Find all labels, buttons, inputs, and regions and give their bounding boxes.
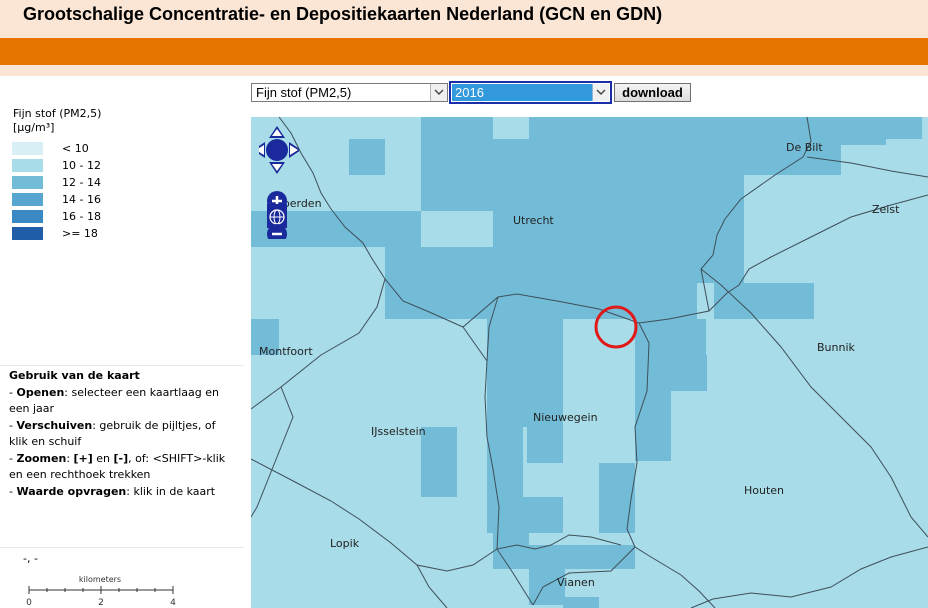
page-title: Grootschalige Concentratie- en Depositie… [23, 4, 663, 24]
legend-label: 14 - 16 [62, 193, 101, 206]
legend-label: 10 - 12 [62, 159, 101, 172]
map-canvas[interactable]: De Bilt oerden Utrecht Zeist Montfoort B… [251, 117, 928, 608]
map-cell [635, 391, 671, 461]
year-select-value: 2016 [455, 85, 484, 100]
legend-swatch [12, 159, 43, 172]
legend-label: >= 18 [62, 227, 98, 240]
header-bar: Grootschalige Concentratie- en Depositie… [0, 0, 928, 38]
scale-bar: kilometers 0 2 4 [26, 575, 176, 608]
place-label-nieuwegein: Nieuwegein [533, 411, 598, 424]
scale-tick-label: 2 [98, 598, 104, 608]
chevron-down-icon[interactable] [592, 84, 609, 101]
map-cell [527, 427, 563, 463]
map-cell [714, 233, 744, 247]
place-label-lopik: Lopik [330, 537, 360, 550]
map-cell [886, 117, 922, 139]
map-cell [563, 597, 599, 608]
usage-instructions: Gebruik van de kaart - Openen: selecteer… [9, 368, 237, 500]
banner-strip [0, 65, 928, 76]
year-select[interactable]: 2016 [449, 81, 612, 104]
divider [0, 547, 244, 548]
place-label-de-bilt: De Bilt [786, 141, 823, 154]
map-cell [349, 139, 385, 175]
usage-query: - Waarde opvragen: klik in de kaart [9, 484, 216, 498]
place-label-montfoort: Montfoort [259, 345, 313, 358]
layer-select-value: Fijn stof (PM2,5) [256, 85, 352, 100]
legend-title: Fijn stof (PM2,5) [µg/m³] [13, 107, 101, 135]
place-label-zeist: Zeist [872, 203, 900, 216]
map-cell [487, 319, 563, 355]
usage-heading: Gebruik van de kaart [9, 369, 140, 382]
usage-pan: - Verschuiven: gebruik de pijltjes, of k… [9, 418, 216, 449]
scale-tick-label: 0 [26, 598, 32, 608]
map-cell [421, 139, 841, 175]
layer-select[interactable]: Fijn stof (PM2,5) [251, 83, 448, 102]
pan-arrows-icon[interactable] [259, 126, 299, 174]
download-button[interactable]: download [614, 83, 691, 102]
place-label-vianen: Vianen [557, 576, 595, 589]
legend-swatch [12, 193, 43, 206]
place-label-utrecht: Utrecht [513, 214, 554, 227]
place-label-ijsselstein: IJsselstein [371, 425, 426, 438]
map-cell [421, 427, 457, 497]
map-navigation-control [259, 126, 299, 239]
map-cell [714, 283, 814, 319]
legend-label: 16 - 18 [62, 210, 101, 223]
place-label-bunnik: Bunnik [817, 341, 855, 354]
map-cell [487, 427, 523, 497]
concentration-map[interactable] [251, 117, 928, 608]
map-cell [421, 211, 493, 247]
legend-label: < 10 [62, 142, 89, 155]
map-cell [599, 463, 635, 533]
legend-swatch [12, 227, 43, 240]
map-cell [529, 545, 635, 569]
legend-swatch [12, 142, 43, 155]
concentration-cells [251, 117, 922, 608]
scale-unit: kilometers [79, 575, 121, 584]
map-cell [421, 175, 744, 211]
legend-title-pollutant: Fijn stof (PM2,5) [13, 107, 102, 120]
usage-open: - Openen: selecteer een kaartlaag en een… [9, 385, 219, 416]
legend-label: 12 - 14 [62, 176, 101, 189]
place-label-houten: Houten [744, 484, 785, 497]
legend-swatch [12, 176, 43, 189]
coordinate-readout: -, - [23, 552, 38, 565]
map-cell [349, 211, 421, 247]
map-cell [385, 247, 744, 283]
usage-zoom: - Zoomen: [+] en [-], of: <SHIFT>-klik e… [9, 451, 226, 482]
map-cell [671, 355, 707, 391]
chevron-down-icon[interactable] [430, 84, 447, 101]
legend-swatch [12, 210, 43, 223]
map-cell [487, 355, 563, 391]
map-cell [493, 117, 529, 139]
orange-banner [0, 38, 928, 65]
divider [0, 365, 244, 366]
legend-title-unit: [µg/m³] [13, 121, 55, 134]
scale-tick-label: 4 [170, 598, 176, 608]
